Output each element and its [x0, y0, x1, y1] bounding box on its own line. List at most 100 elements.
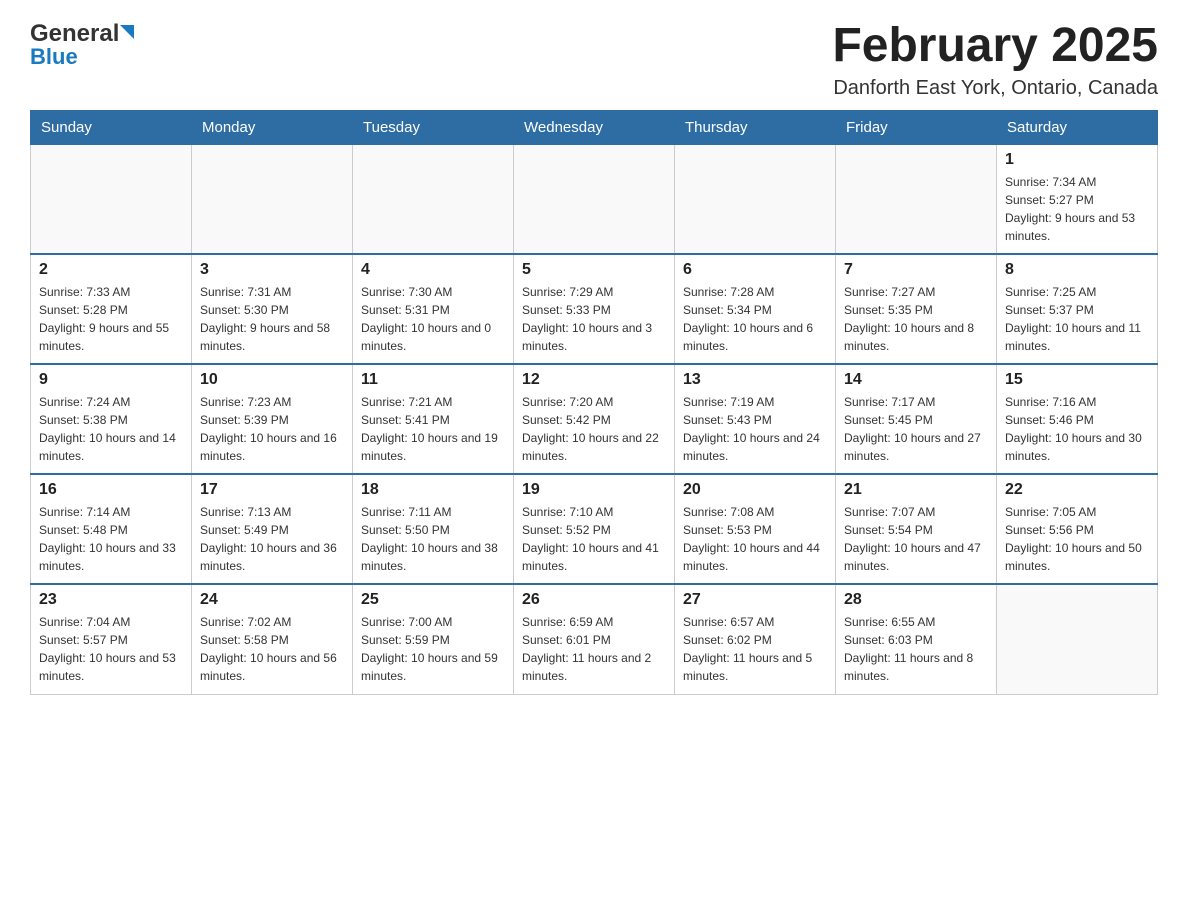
day-number: 16 [39, 481, 183, 499]
header-tuesday: Tuesday [353, 110, 514, 144]
day-info: Sunrise: 7:27 AM Sunset: 5:35 PM Dayligh… [844, 283, 988, 355]
day-info: Sunrise: 7:16 AM Sunset: 5:46 PM Dayligh… [1005, 393, 1149, 465]
calendar-cell: 16Sunrise: 7:14 AM Sunset: 5:48 PM Dayli… [31, 474, 192, 584]
day-number: 23 [39, 591, 183, 609]
calendar-cell: 21 Sunrise: 7:07 AM Sunset: 5:54 PM Dayli… [836, 474, 997, 584]
day-info: Sunrise: 7:34 AM Sunset: 5:27 PM Dayligh… [1005, 173, 1149, 245]
calendar-cell: 10 Sunrise: 7:23 AM Sunset: 5:39 PM Dayli… [192, 364, 353, 474]
day-number: 2 [39, 261, 183, 279]
day-number: 8 [1005, 261, 1149, 279]
day-number: 15 [1005, 371, 1149, 389]
location-title: Danforth East York, Ontario, Canada [832, 77, 1158, 100]
calendar-cell: 1 Sunrise: 7:34 AM Sunset: 5:27 PM Daylig… [997, 144, 1158, 254]
day-info: Sunrise: 7:23 AM Sunset: 5:39 PM Dayligh… [200, 393, 344, 465]
calendar-cell: 11Sunrise: 7:21 AM Sunset: 5:41 PM Dayli… [353, 364, 514, 474]
calendar-week-row: 23 Sunrise: 7:04 AM Sunset: 5:57 PM Dayli… [31, 584, 1158, 694]
day-number: 22 [1005, 481, 1149, 499]
calendar-cell: 23 Sunrise: 7:04 AM Sunset: 5:57 PM Dayli… [31, 584, 192, 694]
logo-blue-text: Blue [30, 44, 78, 70]
calendar-cell: 5 Sunrise: 7:29 AM Sunset: 5:33 PM Daylig… [514, 254, 675, 364]
day-number: 18 [361, 481, 505, 499]
day-info: Sunrise: 7:10 AM Sunset: 5:52 PM Dayligh… [522, 503, 666, 575]
title-area: February 2025 Danforth East York, Ontari… [832, 20, 1158, 100]
calendar-week-row: 1 Sunrise: 7:34 AM Sunset: 5:27 PM Daylig… [31, 144, 1158, 254]
day-number: 20 [683, 481, 827, 499]
calendar-cell: 26 Sunrise: 6:59 AM Sunset: 6:01 PM Dayli… [514, 584, 675, 694]
calendar-cell: 8 Sunrise: 7:25 AM Sunset: 5:37 PM Daylig… [997, 254, 1158, 364]
calendar-week-row: 2 Sunrise: 7:33 AM Sunset: 5:28 PM Daylig… [31, 254, 1158, 364]
day-info: Sunrise: 7:05 AM Sunset: 5:56 PM Dayligh… [1005, 503, 1149, 575]
day-info: Sunrise: 6:59 AM Sunset: 6:01 PM Dayligh… [522, 613, 666, 685]
day-number: 24 [200, 591, 344, 609]
day-info: Sunrise: 7:02 AM Sunset: 5:58 PM Dayligh… [200, 613, 344, 685]
day-number: 4 [361, 261, 505, 279]
day-number: 14 [844, 371, 988, 389]
day-number: 7 [844, 261, 988, 279]
day-info: Sunrise: 7:11 AM Sunset: 5:50 PM Dayligh… [361, 503, 505, 575]
header-wednesday: Wednesday [514, 110, 675, 144]
calendar-cell: 15 Sunrise: 7:16 AM Sunset: 5:46 PM Dayli… [997, 364, 1158, 474]
calendar-cell: 17 Sunrise: 7:13 AM Sunset: 5:49 PM Dayli… [192, 474, 353, 584]
day-number: 11 [361, 371, 505, 389]
calendar-cell: 25Sunrise: 7:00 AM Sunset: 5:59 PM Dayli… [353, 584, 514, 694]
day-info: Sunrise: 7:33 AM Sunset: 5:28 PM Dayligh… [39, 283, 183, 355]
logo-triangle-icon [120, 21, 142, 43]
day-info: Sunrise: 7:30 AM Sunset: 5:31 PM Dayligh… [361, 283, 505, 355]
header-sunday: Sunday [31, 110, 192, 144]
day-info: Sunrise: 7:29 AM Sunset: 5:33 PM Dayligh… [522, 283, 666, 355]
day-info: Sunrise: 7:24 AM Sunset: 5:38 PM Dayligh… [39, 393, 183, 465]
day-info: Sunrise: 7:25 AM Sunset: 5:37 PM Dayligh… [1005, 283, 1149, 355]
calendar-cell [31, 144, 192, 254]
calendar-cell [353, 144, 514, 254]
day-info: Sunrise: 7:04 AM Sunset: 5:57 PM Dayligh… [39, 613, 183, 685]
day-info: Sunrise: 6:57 AM Sunset: 6:02 PM Dayligh… [683, 613, 827, 685]
calendar-cell: 9 Sunrise: 7:24 AM Sunset: 5:38 PM Daylig… [31, 364, 192, 474]
calendar-cell: 18 Sunrise: 7:11 AM Sunset: 5:50 PM Dayli… [353, 474, 514, 584]
header-friday: Friday [836, 110, 997, 144]
day-info: Sunrise: 7:13 AM Sunset: 5:49 PM Dayligh… [200, 503, 344, 575]
day-info: Sunrise: 7:31 AM Sunset: 5:30 PM Dayligh… [200, 283, 344, 355]
calendar-cell: 22 Sunrise: 7:05 AM Sunset: 5:56 PM Dayli… [997, 474, 1158, 584]
day-number: 12 [522, 371, 666, 389]
calendar-cell: 6Sunrise: 7:28 AM Sunset: 5:34 PM Daylig… [675, 254, 836, 364]
day-number: 27 [683, 591, 827, 609]
day-number: 10 [200, 371, 344, 389]
calendar-cell: 2 Sunrise: 7:33 AM Sunset: 5:28 PM Daylig… [31, 254, 192, 364]
day-info: Sunrise: 7:08 AM Sunset: 5:53 PM Dayligh… [683, 503, 827, 575]
day-number: 9 [39, 371, 183, 389]
day-number: 28 [844, 591, 988, 609]
day-number: 26 [522, 591, 666, 609]
day-number: 3 [200, 261, 344, 279]
calendar-cell: 27 Sunrise: 6:57 AM Sunset: 6:02 PM Dayli… [675, 584, 836, 694]
calendar-cell [997, 584, 1158, 694]
header-monday: Monday [192, 110, 353, 144]
logo-area: General Blue [30, 20, 142, 70]
calendar-cell [192, 144, 353, 254]
calendar-week-row: 16Sunrise: 7:14 AM Sunset: 5:48 PM Dayli… [31, 474, 1158, 584]
day-info: Sunrise: 7:19 AM Sunset: 5:43 PM Dayligh… [683, 393, 827, 465]
day-number: 19 [522, 481, 666, 499]
calendar-cell: 20 Sunrise: 7:08 AM Sunset: 5:53 PM Dayli… [675, 474, 836, 584]
day-info: Sunrise: 7:07 AM Sunset: 5:54 PM Dayligh… [844, 503, 988, 575]
day-info: Sunrise: 6:55 AM Sunset: 6:03 PM Dayligh… [844, 613, 988, 685]
calendar-table: Sunday Monday Tuesday Wednesday Thursday… [30, 110, 1158, 695]
calendar-cell: 24 Sunrise: 7:02 AM Sunset: 5:58 PM Dayli… [192, 584, 353, 694]
day-number: 5 [522, 261, 666, 279]
calendar-cell: 13 Sunrise: 7:19 AM Sunset: 5:43 PM Dayli… [675, 364, 836, 474]
calendar-cell: 19 Sunrise: 7:10 AM Sunset: 5:52 PM Dayli… [514, 474, 675, 584]
day-info: Sunrise: 7:00 AM Sunset: 5:59 PM Dayligh… [361, 613, 505, 685]
day-number: 1 [1005, 151, 1149, 169]
day-number: 17 [200, 481, 344, 499]
calendar-cell [675, 144, 836, 254]
day-number: 13 [683, 371, 827, 389]
header-thursday: Thursday [675, 110, 836, 144]
weekday-header-row: Sunday Monday Tuesday Wednesday Thursday… [31, 110, 1158, 144]
day-info: Sunrise: 7:28 AM Sunset: 5:34 PM Dayligh… [683, 283, 827, 355]
calendar-cell [514, 144, 675, 254]
calendar-cell: 3 Sunrise: 7:31 AM Sunset: 5:30 PM Daylig… [192, 254, 353, 364]
day-info: Sunrise: 7:17 AM Sunset: 5:45 PM Dayligh… [844, 393, 988, 465]
day-number: 21 [844, 481, 988, 499]
calendar-cell [836, 144, 997, 254]
page-header: General Blue February 2025 Danforth East… [30, 20, 1158, 100]
calendar-cell: 7 Sunrise: 7:27 AM Sunset: 5:35 PM Daylig… [836, 254, 997, 364]
